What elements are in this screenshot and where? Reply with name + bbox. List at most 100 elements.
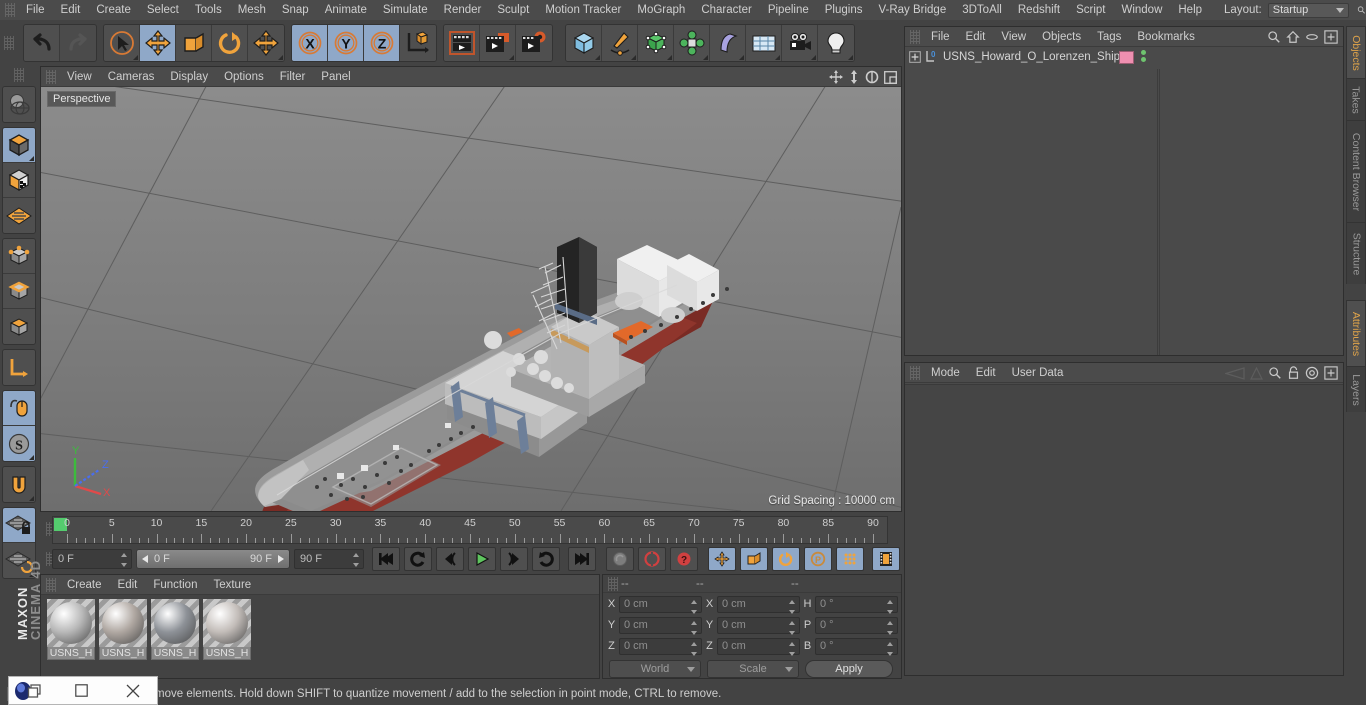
spinner-icon[interactable] [789, 599, 796, 614]
scale-tool[interactable] [176, 25, 212, 61]
target-icon[interactable] [1305, 366, 1319, 380]
magnet-tool-button[interactable] [3, 467, 35, 502]
search-icon[interactable] [1357, 2, 1366, 18]
object-list[interactable]: 0 USNS_Howard_O_Lorenzen_Ship [905, 48, 1343, 355]
add-environment-button[interactable] [746, 25, 782, 61]
world-axis-button[interactable] [3, 350, 35, 385]
menu-script[interactable]: Script [1068, 0, 1113, 20]
attribute-menu-mode[interactable]: Mode [923, 363, 968, 383]
material-preview[interactable] [203, 599, 251, 647]
material-grip[interactable] [46, 577, 56, 592]
lock-y-axis-button[interactable]: Y [328, 25, 364, 61]
object-menu-file[interactable]: File [923, 27, 958, 47]
goto-start-button[interactable] [372, 547, 400, 571]
menu-mograph[interactable]: MoGraph [629, 0, 693, 20]
spinner-icon[interactable] [789, 641, 796, 656]
viewport-menu-display[interactable]: Display [162, 67, 216, 87]
coord-input-rotation-p[interactable]: 0 ° [815, 616, 898, 635]
add-array-button[interactable] [674, 25, 710, 61]
edges-mode-button[interactable] [3, 274, 35, 309]
render-settings-button[interactable] [516, 25, 552, 61]
tool-options-corner[interactable] [848, 55, 853, 60]
enable-snap-button[interactable]: S [3, 426, 35, 461]
pan-icon[interactable] [829, 70, 843, 84]
spinner-icon[interactable] [887, 599, 894, 614]
viewport-grip[interactable] [46, 69, 56, 84]
coord-input-position-y[interactable]: 0 cm [619, 616, 702, 635]
menu-edit[interactable]: Edit [53, 0, 89, 20]
tab-takes[interactable]: Takes [1346, 78, 1366, 120]
menu-animate[interactable]: Animate [317, 0, 375, 20]
menu-tools[interactable]: Tools [187, 0, 230, 20]
attribute-body[interactable] [905, 384, 1343, 675]
play-backwards-button[interactable] [404, 547, 432, 571]
material-menu-edit[interactable]: Edit [110, 575, 146, 595]
material-preview[interactable] [47, 599, 95, 647]
tool-options-corner[interactable] [739, 55, 744, 60]
current-frame-field[interactable]: 0 F [52, 549, 132, 569]
viewport-menu-filter[interactable]: Filter [272, 67, 314, 87]
attribute-menu-edit[interactable]: Edit [968, 363, 1004, 383]
back-arrow-icon[interactable] [1225, 366, 1245, 380]
lock-icon[interactable] [1287, 366, 1300, 380]
object-grip[interactable] [910, 29, 920, 44]
menu-snap[interactable]: Snap [274, 0, 317, 20]
points-mode-button[interactable] [3, 239, 35, 274]
coordinate-system-dropdown[interactable]: World [609, 660, 701, 678]
tab-attributes[interactable]: Attributes [1346, 300, 1366, 366]
menu-sculpt[interactable]: Sculpt [489, 0, 537, 20]
material-menu-function[interactable]: Function [145, 575, 205, 595]
menu-render[interactable]: Render [436, 0, 490, 20]
coord-input-size-y[interactable]: 0 cm [717, 616, 800, 635]
menu-help[interactable]: Help [1170, 0, 1210, 20]
spinner-icon[interactable] [353, 553, 360, 567]
tool-options-corner[interactable] [29, 455, 34, 460]
menu-v-ray-bridge[interactable]: V-Ray Bridge [870, 0, 954, 20]
coord-input-position-z[interactable]: 0 cm [619, 637, 702, 656]
tool-options-corner[interactable] [703, 55, 708, 60]
menu-motion-tracker[interactable]: Motion Tracker [537, 0, 629, 20]
coord-input-size-z[interactable]: 0 cm [717, 637, 800, 656]
lock-x-axis-button[interactable]: X [292, 25, 328, 61]
workplane-mode-button[interactable] [3, 198, 35, 233]
toolbar-grip[interactable] [4, 36, 14, 50]
menu-window[interactable]: Window [1113, 0, 1170, 20]
next-frame-button[interactable] [500, 547, 528, 571]
coord-input-position-x[interactable]: 0 cm [619, 595, 702, 614]
viewport-3d[interactable]: Perspective Grid Spacing : 10000 cm Y X … [41, 87, 901, 511]
coordinates-grip[interactable] [608, 576, 618, 591]
tab-objects[interactable]: Objects [1346, 26, 1366, 78]
tool-options-corner[interactable] [631, 55, 636, 60]
material-preview[interactable] [151, 599, 199, 647]
object-menu-tags[interactable]: Tags [1089, 27, 1129, 47]
object-menu-view[interactable]: View [993, 27, 1034, 47]
viewport-menu-view[interactable]: View [59, 67, 100, 87]
rotate-icon[interactable] [865, 70, 879, 84]
menu-create[interactable]: Create [88, 0, 139, 20]
add-spline-button[interactable] [602, 25, 638, 61]
object-menu-edit[interactable]: Edit [958, 27, 994, 47]
spinner-icon[interactable] [887, 620, 894, 635]
play-button[interactable] [468, 547, 496, 571]
lock-z-axis-button[interactable]: Z [364, 25, 400, 61]
point-level-animation-button[interactable] [836, 547, 864, 571]
end-frame-field[interactable]: 90 F [294, 549, 364, 569]
search-icon[interactable] [1267, 30, 1281, 44]
preview-range-slider[interactable]: 0 F 90 F [136, 549, 290, 569]
attribute-grip[interactable] [910, 365, 920, 380]
tool-options-corner[interactable] [278, 55, 283, 60]
material-preview[interactable] [99, 599, 147, 647]
timeline-toggle-button[interactable] [872, 547, 900, 571]
coord-input-size-x[interactable]: 0 cm [717, 595, 800, 614]
spinner-icon[interactable] [691, 641, 698, 656]
tool-options-corner[interactable] [811, 55, 816, 60]
menu-3dtoall[interactable]: 3DToAll [954, 0, 1010, 20]
add-cube-button[interactable] [566, 25, 602, 61]
forward-arrow-icon[interactable] [1250, 366, 1263, 380]
spinner-icon[interactable] [789, 620, 796, 635]
maximize-button[interactable] [63, 677, 99, 704]
menu-plugins[interactable]: Plugins [817, 0, 871, 20]
timeline-ruler[interactable]: 0 5 10 15 20 25 30 35 40 45 50 55 60 65 70 75 80 85 90 [52, 516, 888, 544]
home-icon[interactable] [1286, 30, 1300, 44]
ship-model[interactable] [41, 87, 901, 511]
